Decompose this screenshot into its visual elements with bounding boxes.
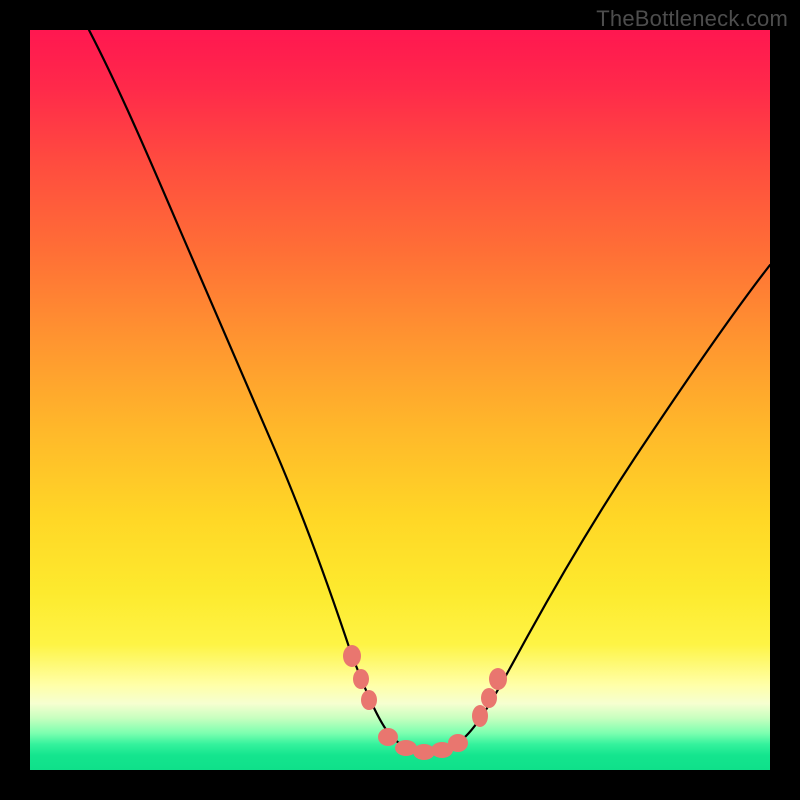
plot-area — [30, 30, 770, 770]
marker-dot — [343, 645, 361, 667]
curve-markers — [343, 645, 507, 760]
chart-frame: TheBottleneck.com — [0, 0, 800, 800]
bottleneck-curve — [89, 30, 770, 752]
bottleneck-curve-svg — [30, 30, 770, 770]
marker-dot — [378, 728, 398, 746]
marker-dot — [448, 734, 468, 752]
watermark-text: TheBottleneck.com — [596, 6, 788, 32]
marker-dot — [472, 705, 488, 727]
marker-dot — [481, 688, 497, 708]
marker-dot — [489, 668, 507, 690]
marker-dot — [353, 669, 369, 689]
marker-dot — [361, 690, 377, 710]
